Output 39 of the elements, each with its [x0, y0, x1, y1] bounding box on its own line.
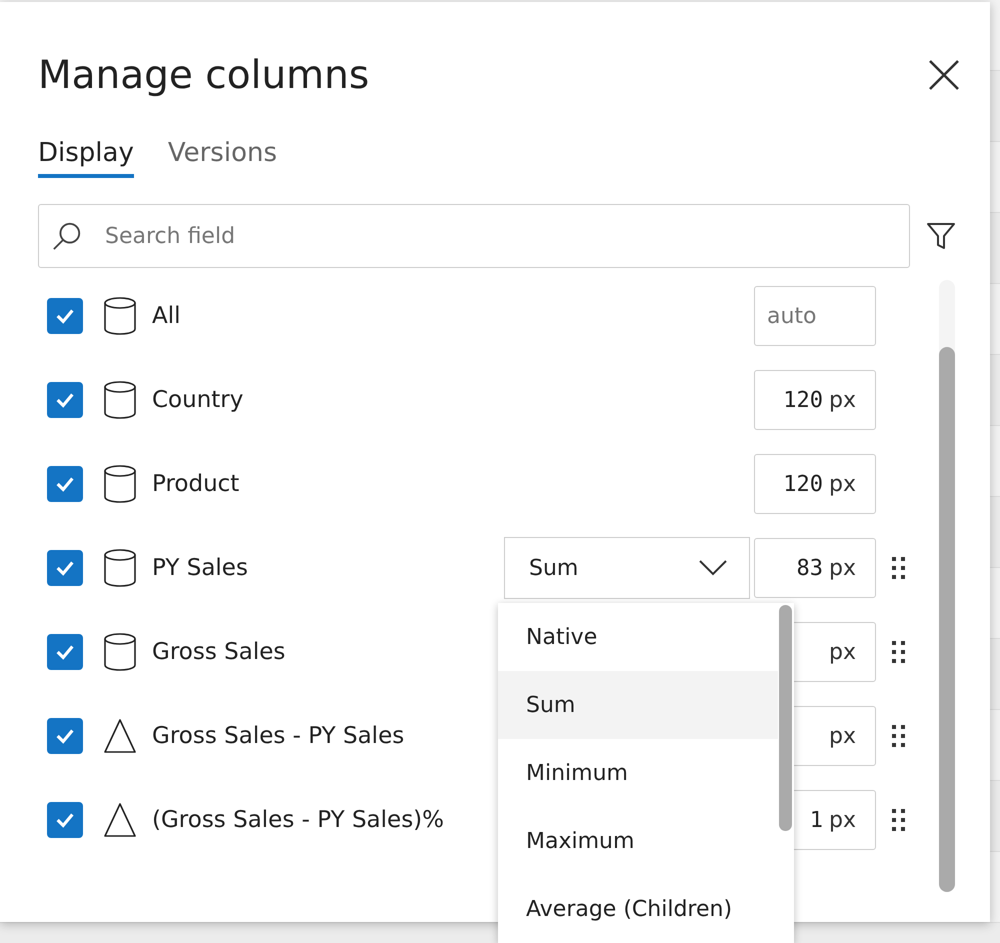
checkbox[interactable] [47, 466, 83, 502]
drag-handle-icon[interactable] [890, 555, 908, 581]
filter-icon[interactable] [926, 221, 956, 251]
field-label: Product [152, 471, 240, 497]
menu-option[interactable]: Average (Children) [498, 875, 778, 943]
checkbox[interactable] [47, 802, 83, 838]
cylinder-icon [103, 464, 137, 504]
dialog-title: Manage columns [38, 52, 370, 98]
width-field[interactable]: 120 px [754, 454, 876, 514]
field-label: (Gross Sales - PY Sales)% [152, 807, 446, 833]
field-label: Gross Sales - PY Sales [152, 723, 406, 749]
drag-handle-icon[interactable] [890, 723, 908, 749]
tab[interactable]: Versions [168, 138, 277, 178]
aggregation-dropdown[interactable]: Sum [504, 537, 750, 599]
field-label: Gross Sales [152, 639, 286, 665]
width-field[interactable]: 83 px [754, 538, 876, 598]
search-field[interactable]: Search field [38, 204, 910, 268]
checkbox[interactable] [47, 298, 83, 334]
checkbox[interactable] [47, 718, 83, 754]
triangle-icon [103, 716, 137, 756]
checkbox[interactable] [47, 634, 83, 670]
drag-handle-icon[interactable] [890, 807, 908, 833]
menu-option[interactable]: Sum [498, 671, 778, 739]
tab[interactable]: Display [38, 138, 134, 178]
cylinder-icon [103, 296, 137, 336]
field-label: PY Sales [152, 555, 249, 581]
field-label: Country [152, 387, 244, 413]
cylinder-icon [103, 632, 137, 672]
checkbox[interactable] [47, 550, 83, 586]
width-field[interactable]: 120 px [754, 370, 876, 430]
cylinder-icon [103, 380, 137, 420]
field-label: All [152, 303, 182, 329]
cylinder-icon [103, 548, 137, 588]
drag-handle-icon[interactable] [890, 639, 908, 665]
triangle-icon [103, 800, 137, 840]
search-icon [52, 221, 82, 251]
width-field[interactable]: auto [754, 286, 876, 346]
checkbox[interactable] [47, 382, 83, 418]
scrollbar[interactable] [779, 605, 792, 831]
